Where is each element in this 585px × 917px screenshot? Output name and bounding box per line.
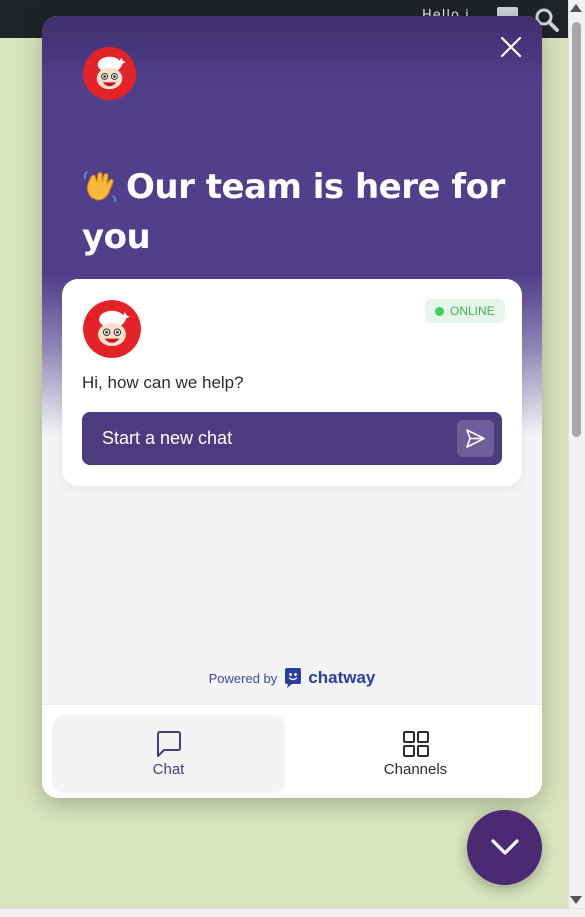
close-icon[interactable] bbox=[498, 34, 524, 60]
headline-text: Our team is here for you bbox=[82, 167, 505, 257]
send-icon bbox=[466, 429, 485, 448]
chatway-logo-icon bbox=[285, 668, 302, 688]
vertical-scrollbar[interactable] bbox=[568, 0, 585, 908]
waving-hand-icon bbox=[83, 171, 117, 202]
nav-tab-chat[interactable]: Chat bbox=[52, 715, 285, 793]
chat-widget: Our team is here for you ONLINE Hi, how … bbox=[42, 16, 542, 798]
chat-card: ONLINE Hi, how can we help? Start a new … bbox=[62, 279, 522, 486]
online-status-label: ONLINE bbox=[450, 304, 495, 318]
scroll-up-arrow-icon[interactable] bbox=[570, 4, 582, 12]
start-new-chat-label: Start a new chat bbox=[102, 428, 233, 448]
mascot-logo-icon bbox=[82, 46, 137, 101]
nav-tab-channels[interactable]: Channels bbox=[299, 715, 532, 793]
online-dot-icon bbox=[435, 306, 444, 316]
nav-tab-chat-label: Chat bbox=[152, 761, 185, 778]
toggle-widget-button[interactable] bbox=[467, 810, 542, 885]
powered-by-prefix: Powered by bbox=[208, 670, 278, 686]
scroll-down-arrow-icon[interactable] bbox=[570, 896, 582, 904]
greeting-text: Hi, how can we help? bbox=[82, 373, 244, 392]
grid-icon bbox=[402, 731, 429, 757]
horizontal-scrollbar[interactable] bbox=[0, 908, 585, 917]
scroll-thumb[interactable] bbox=[572, 22, 581, 437]
chevron-down-icon bbox=[491, 839, 519, 855]
chat-bubble-icon bbox=[156, 731, 181, 757]
powered-by: Powered by chatway bbox=[42, 667, 542, 689]
online-status-badge: ONLINE bbox=[425, 299, 505, 323]
powered-by-brand[interactable]: chatway bbox=[308, 668, 375, 688]
nav-tab-channels-label: Channels bbox=[383, 761, 448, 778]
start-new-chat-button[interactable]: Start a new chat bbox=[82, 412, 502, 465]
mascot-avatar-icon bbox=[83, 300, 141, 358]
bottom-nav: Chat Channels bbox=[42, 704, 542, 798]
send-button[interactable] bbox=[457, 420, 494, 457]
headline: Our team is here for you bbox=[82, 162, 512, 262]
